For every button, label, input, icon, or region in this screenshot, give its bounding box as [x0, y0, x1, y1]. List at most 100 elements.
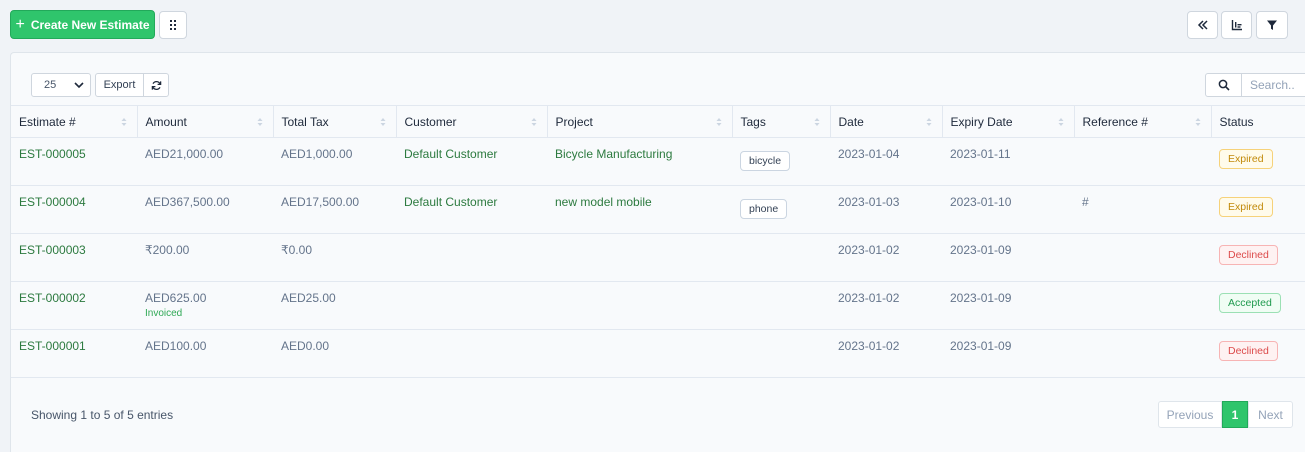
column-header-tags[interactable]: Tags — [732, 105, 831, 138]
search-input[interactable] — [1241, 73, 1305, 97]
status-badge: Declined — [1219, 341, 1278, 361]
customer-link[interactable]: Default Customer — [396, 186, 547, 234]
estimate-number-link[interactable]: EST-000003 — [11, 234, 137, 282]
search-icon — [1218, 79, 1230, 91]
table-header-row: Estimate # Amount Total Tax Customer Project… — [11, 105, 1305, 138]
column-header-label: Customer — [404, 114, 457, 129]
chevron-down-icon — [74, 82, 84, 89]
entries-info: Showing 1 to 5 of 5 entries — [31, 408, 174, 422]
project-link[interactable]: Bicycle Manufacturing — [547, 138, 732, 186]
sort-icon — [814, 118, 819, 126]
total-tax-cell: AED1,000.00 — [273, 138, 396, 186]
date-cell-text: 2023-01-02 — [838, 339, 900, 353]
grip-icon — [170, 20, 176, 30]
sort-icon — [380, 118, 385, 126]
customer-link-text[interactable]: Default Customer — [404, 195, 497, 209]
column-header-project[interactable]: Project — [547, 105, 733, 138]
expiry-date-cell-text: 2023-01-09 — [950, 339, 1012, 353]
estimate-number-link[interactable]: EST-000004 — [11, 186, 137, 234]
customer-link — [396, 282, 547, 330]
estimate-number-link-text[interactable]: EST-000005 — [19, 147, 86, 161]
estimate-number-link[interactable]: EST-000002 — [11, 282, 137, 330]
date-cell: 2023-01-02 — [830, 282, 942, 330]
column-header-reference[interactable]: Reference # — [1074, 105, 1212, 138]
estimate-number-link-text[interactable]: EST-000002 — [19, 291, 86, 305]
next-page-button[interactable]: Next — [1248, 401, 1293, 428]
reference-cell — [1074, 138, 1211, 186]
expiry-date-cell: 2023-01-09 — [942, 282, 1074, 330]
sort-icon — [926, 118, 931, 126]
project-link-text[interactable]: new model mobile — [555, 195, 652, 209]
estimate-number-link-text[interactable]: EST-000004 — [19, 195, 86, 209]
column-header-amount[interactable]: Amount — [137, 105, 274, 138]
collapse-panel-button[interactable] — [1187, 11, 1218, 39]
sort-icon — [1195, 118, 1200, 126]
customer-link — [396, 330, 547, 378]
column-header-expiry-date[interactable]: Expiry Date — [942, 105, 1075, 138]
estimate-number-link[interactable]: EST-000005 — [11, 138, 137, 186]
table-row: EST-000002 AED625.00 Invoiced AED25.00 2023-… — [11, 282, 1305, 330]
column-header-total-tax[interactable]: Total Tax — [273, 105, 397, 138]
date-cell-text: 2023-01-04 — [838, 147, 900, 161]
date-cell-text: 2023-01-03 — [838, 195, 900, 209]
expiry-date-cell-text: 2023-01-10 — [950, 195, 1012, 209]
reference-cell — [1074, 330, 1211, 378]
refresh-icon — [151, 80, 161, 90]
tags-cell — [732, 234, 830, 282]
total-tax-cell-text: AED1,000.00 — [281, 147, 353, 161]
total-tax-cell-text: AED25.00 — [281, 291, 336, 305]
estimate-number-link-text[interactable]: EST-000001 — [19, 339, 86, 353]
customer-link-text[interactable]: Default Customer — [404, 147, 497, 161]
amount-cell: AED625.00 Invoiced — [137, 282, 273, 330]
status-cell: Accepted — [1211, 282, 1305, 330]
project-link[interactable]: new model mobile — [547, 186, 732, 234]
amount-cell-text: AED367,500.00 — [145, 195, 230, 209]
column-header-status[interactable]: Status — [1211, 105, 1305, 138]
status-badge: Expired — [1219, 197, 1273, 217]
customer-link[interactable]: Default Customer — [396, 138, 547, 186]
page-1-button[interactable]: 1 — [1222, 401, 1248, 428]
column-header-estimate[interactable]: Estimate # — [11, 105, 138, 138]
date-cell-text: 2023-01-02 — [838, 291, 900, 305]
column-header-label: Date — [838, 114, 864, 129]
page-length-select[interactable]: 25 — [31, 73, 91, 97]
status-cell: Expired — [1211, 186, 1305, 234]
previous-page-button[interactable]: Previous — [1158, 401, 1222, 428]
search-button[interactable] — [1205, 73, 1242, 97]
table-row: EST-000003 ₹200.00 ₹0.00 2023-01-02 2023-01-… — [11, 234, 1305, 282]
table-row: EST-000005 AED21,000.00 AED1,000.00 Default… — [11, 138, 1305, 186]
column-header-date[interactable]: Date — [830, 105, 943, 138]
filter-button[interactable] — [1256, 11, 1288, 39]
expiry-date-cell: 2023-01-11 — [942, 138, 1074, 186]
amount-cell: AED367,500.00 — [137, 186, 273, 234]
status-badge: Expired — [1219, 149, 1273, 169]
estimate-number-link[interactable]: EST-000001 — [11, 330, 137, 378]
expiry-date-cell: 2023-01-09 — [942, 234, 1074, 282]
filter-icon — [1267, 20, 1277, 30]
reload-button[interactable] — [143, 73, 169, 97]
layout-toggle-button[interactable] — [159, 11, 187, 39]
amount-cell: ₹200.00 — [137, 234, 273, 282]
double-chevron-left-icon — [1197, 20, 1208, 30]
total-tax-cell: AED17,500.00 — [273, 186, 396, 234]
bar-chart-icon — [1231, 20, 1242, 31]
status-badge: Accepted — [1219, 293, 1281, 313]
tags-cell: phone — [732, 186, 830, 234]
sort-icon — [121, 118, 126, 126]
table-body: EST-000005 AED21,000.00 AED1,000.00 Default… — [11, 138, 1305, 378]
status-badge: Declined — [1219, 245, 1278, 265]
statistics-button[interactable] — [1221, 11, 1252, 39]
expiry-date-cell-text: 2023-01-11 — [950, 147, 1011, 161]
column-header-label: Tags — [740, 114, 766, 129]
search-group — [1205, 73, 1305, 97]
column-header-customer[interactable]: Customer — [396, 105, 548, 138]
create-new-estimate-button[interactable]: + Create New Estimate — [10, 10, 155, 39]
estimate-number-link-text[interactable]: EST-000003 — [19, 243, 86, 257]
export-button[interactable]: Export — [95, 73, 144, 97]
project-link-text[interactable]: Bicycle Manufacturing — [555, 147, 672, 161]
total-tax-cell: ₹0.00 — [273, 234, 396, 282]
amount-cell-text: AED21,000.00 — [145, 147, 224, 161]
reference-cell: # — [1074, 186, 1211, 234]
customer-link — [396, 234, 547, 282]
status-cell: Declined — [1211, 234, 1305, 282]
